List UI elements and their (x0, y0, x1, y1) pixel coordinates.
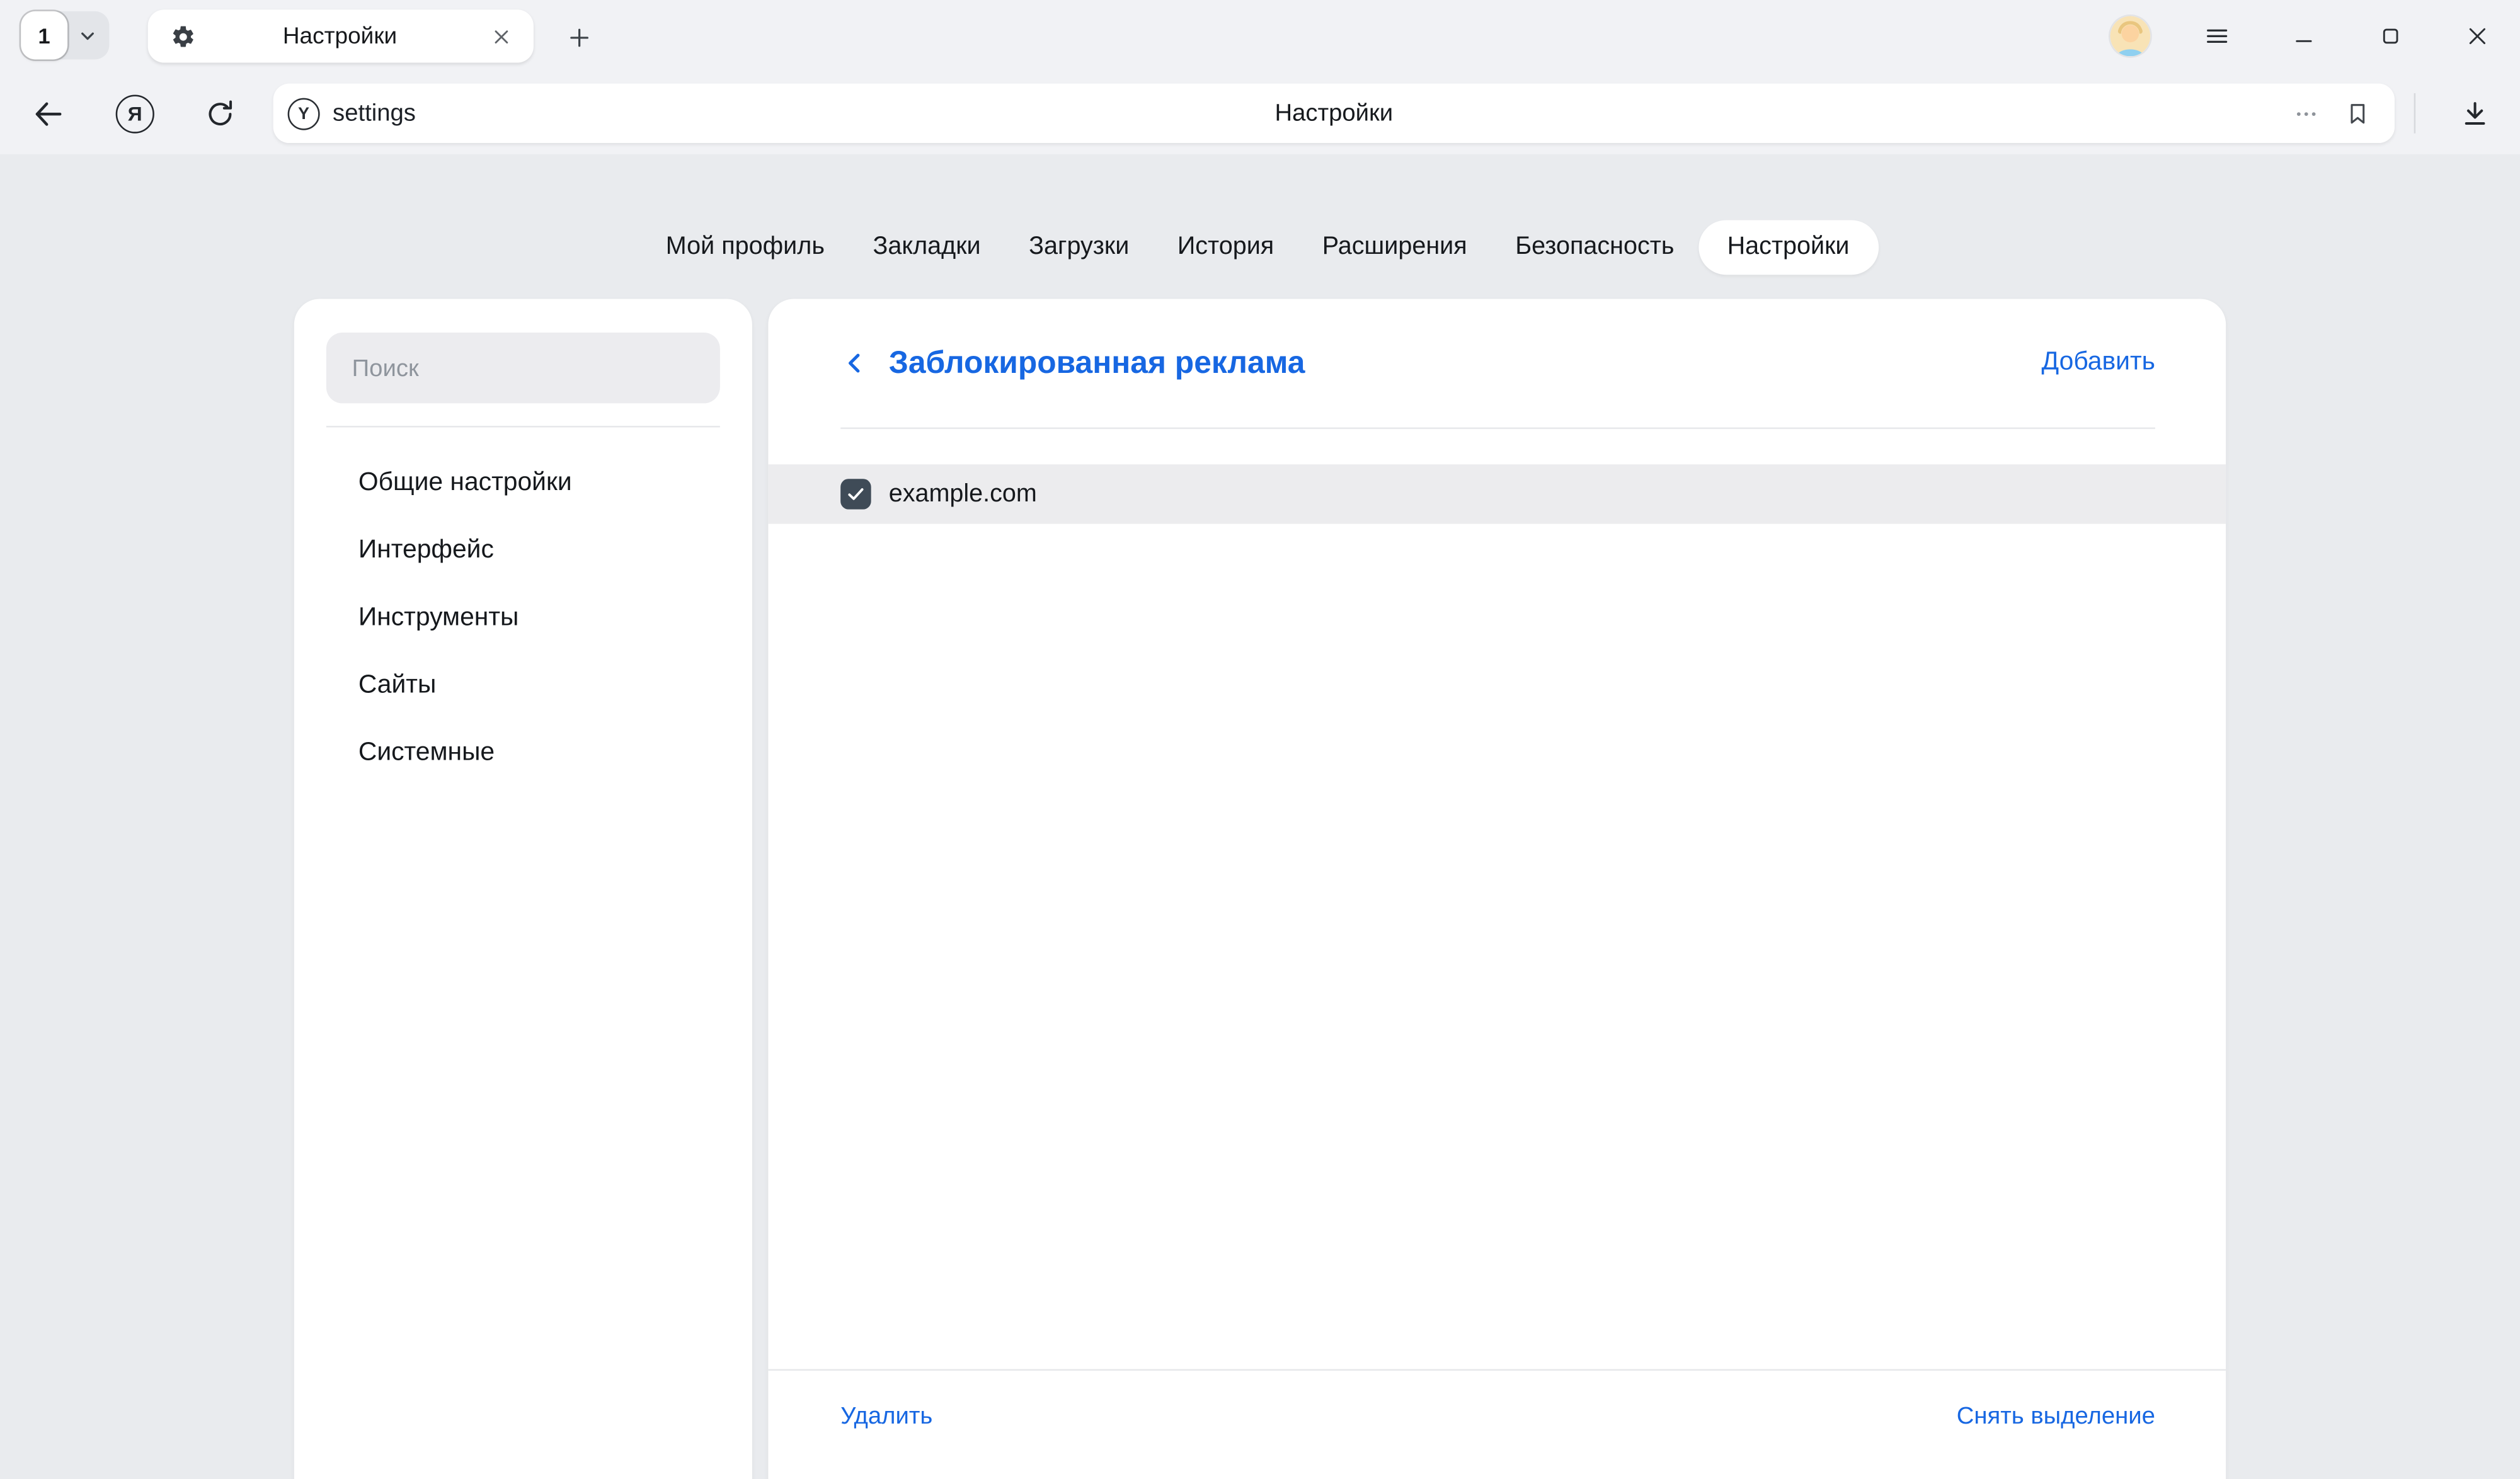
delete-button[interactable]: Удалить (840, 1403, 932, 1430)
tab-group-counter[interactable]: 1 (21, 11, 67, 60)
tab-my-profile[interactable]: Мой профиль (642, 220, 849, 275)
tab-strip: 1 Настройки (0, 0, 2520, 72)
maximize-icon (2378, 24, 2402, 48)
list-item[interactable]: example.com (768, 464, 2226, 523)
tab-downloads[interactable]: Загрузки (1005, 220, 1154, 275)
tab-history[interactable]: История (1154, 220, 1298, 275)
search-input[interactable] (326, 333, 720, 403)
tab-group-control[interactable]: 1 (21, 11, 109, 60)
browser-window: 1 Настройки (0, 0, 2520, 1479)
back-arrow-icon (30, 96, 66, 131)
browser-tab-settings[interactable]: Настройки (148, 9, 534, 62)
row-checkbox[interactable] (840, 479, 871, 509)
more-actions-button[interactable] (2286, 93, 2327, 134)
add-button[interactable]: Добавить (2042, 349, 2155, 378)
tab-close-icon[interactable] (484, 18, 519, 54)
chevron-left-icon (840, 349, 869, 378)
tab-title: Настройки (196, 23, 484, 49)
sidebar-item-tools[interactable]: Инструменты (294, 585, 752, 653)
plus-icon (566, 25, 590, 49)
minimize-icon (2291, 24, 2315, 48)
address-bar-page-title: Настройки (273, 100, 2395, 127)
blocked-ads-panel: Заблокированная реклама Добавить example… (768, 299, 2226, 1479)
panel-back-button[interactable] (834, 342, 876, 384)
tab-settings[interactable]: Настройки (1698, 220, 1879, 275)
reload-icon (204, 97, 236, 129)
close-icon (2465, 24, 2488, 48)
tab-bookmarks[interactable]: Закладки (849, 220, 1005, 275)
check-icon (845, 484, 866, 505)
minimize-button[interactable] (2279, 12, 2327, 60)
gear-icon (170, 23, 196, 49)
maximize-button[interactable] (2366, 12, 2414, 60)
sidebar-divider (326, 426, 720, 428)
panel-title: Заблокированная реклама (889, 345, 1305, 382)
settings-nav-tabs: Мой профиль Закладки Загрузки История Ра… (0, 220, 2520, 275)
toolbar-separator (2414, 93, 2416, 134)
back-button[interactable] (21, 86, 76, 140)
window-controls (2086, 0, 2520, 72)
bookmark-button[interactable] (2337, 93, 2378, 134)
blocked-domain: example.com (889, 479, 1037, 508)
sidebar-item-sites[interactable]: Сайты (294, 653, 752, 720)
window-close-button[interactable] (2453, 12, 2501, 60)
sidebar-item-system[interactable]: Системные (294, 720, 752, 787)
browser-toolbar: Я Y settings Настройки (0, 72, 2520, 154)
yandex-home-button[interactable]: Я (108, 86, 163, 140)
download-icon (2459, 97, 2491, 129)
url-text[interactable]: settings (333, 100, 416, 127)
sidebar-item-interface[interactable]: Интерфейс (294, 517, 752, 585)
bookmark-icon (2345, 100, 2371, 126)
yandex-logo-icon: Я (116, 94, 154, 132)
sidebar-item-general[interactable]: Общие настройки (294, 450, 752, 517)
ellipsis-icon (2293, 100, 2319, 126)
reload-button[interactable] (193, 86, 248, 140)
tab-security[interactable]: Безопасность (1491, 220, 1698, 275)
settings-page: Мой профиль Закладки Загрузки История Ра… (0, 154, 2520, 1479)
panel-header: Заблокированная реклама Добавить (768, 299, 2226, 427)
panel-divider (840, 428, 2155, 430)
settings-sidebar: Общие настройки Интерфейс Инструменты Са… (294, 299, 752, 1479)
menu-button[interactable] (2192, 12, 2241, 60)
hamburger-icon (2202, 23, 2230, 50)
sidebar-list: Общие настройки Интерфейс Инструменты Са… (294, 450, 752, 787)
downloads-button[interactable] (2448, 86, 2502, 140)
chevron-down-icon (76, 25, 97, 46)
avatar[interactable] (2109, 16, 2150, 57)
tab-extensions[interactable]: Расширения (1298, 220, 1491, 275)
deselect-button[interactable]: Снять выделение (1957, 1403, 2155, 1430)
blocked-ads-list: example.com (768, 464, 2226, 523)
site-icon: Y (288, 97, 320, 129)
new-tab-button[interactable] (556, 14, 601, 59)
address-bar[interactable]: Y settings Настройки (273, 84, 2395, 143)
panel-footer: Удалить Снять выделение (768, 1369, 2226, 1430)
